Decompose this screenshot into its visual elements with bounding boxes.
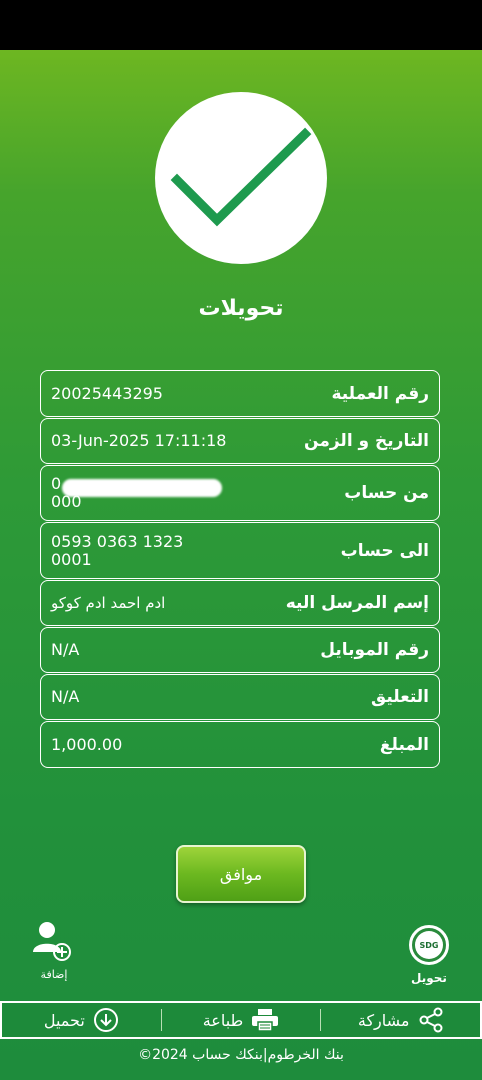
detail-label: رقم الموبايل [320, 640, 429, 660]
bottom-action-bar: تحميل طباعة مشاركة [0, 1001, 482, 1039]
detail-row-amount: 1,000.00 المبلغ [40, 721, 440, 768]
transfer-button[interactable]: SDG تحويل [402, 925, 456, 985]
detail-value: 20025443295 [51, 383, 163, 403]
print-button[interactable]: طباعة [162, 1003, 321, 1037]
share-button[interactable]: مشاركة [321, 1003, 480, 1037]
redacted-account-mask [62, 479, 222, 497]
sdg-badge-text: SDG [415, 931, 443, 959]
share-label: مشاركة [357, 1010, 410, 1030]
detail-value: 1,000.00 [51, 734, 123, 754]
add-user-icon [33, 922, 71, 961]
detail-label: إسم المرسل اليه [285, 593, 429, 613]
print-label: طباعة [202, 1010, 244, 1030]
success-check-icon [155, 92, 327, 264]
download-label: تحميل [43, 1010, 85, 1030]
copyright-footer: ©2024 بنك الخرطوم|بنكك حساب [138, 1047, 344, 1063]
detail-row-recipient-name: ادم احمد ادم كوكو إسم المرسل اليه [40, 580, 440, 626]
detail-row-mobile-number: N/A رقم الموبايل [40, 627, 440, 673]
sdg-currency-icon: SDG [409, 925, 449, 965]
download-icon [93, 1008, 118, 1032]
detail-value: N/A [51, 640, 80, 659]
detail-value: N/A [51, 687, 80, 706]
detail-row-to-account: 0593 0363 1323 0001 الى حساب [40, 522, 440, 579]
printer-icon [252, 1009, 279, 1032]
detail-label: من حساب [344, 483, 429, 503]
detail-label: المبلغ [379, 734, 429, 755]
add-beneficiary-button[interactable]: إضافة [30, 920, 78, 981]
add-label: إضافة [40, 968, 68, 981]
detail-label: رقم العملية [331, 383, 429, 404]
download-button[interactable]: تحميل [2, 1003, 161, 1037]
detail-value: ادم احمد ادم كوكو [51, 594, 166, 612]
share-icon [419, 1007, 442, 1033]
transfer-label: تحويل [411, 971, 447, 985]
detail-row-comment: N/A التعليق [40, 674, 440, 720]
detail-row-date-time: 03-Jun-2025 17:11:18 التاريخ و الزمن [40, 418, 440, 464]
detail-row-transaction-number: 20025443295 رقم العملية [40, 370, 440, 417]
detail-label: الى حساب [340, 540, 429, 561]
detail-label: التعليق [371, 687, 429, 707]
detail-value: 0593 0363 1323 0001 [51, 531, 184, 569]
ok-button[interactable]: موافق [176, 845, 306, 903]
detail-value: 03-Jun-2025 17:11:18 [51, 431, 227, 450]
detail-label: التاريخ و الزمن [304, 431, 429, 451]
status-bar [0, 0, 482, 50]
page-title: تحويلات [198, 296, 284, 321]
